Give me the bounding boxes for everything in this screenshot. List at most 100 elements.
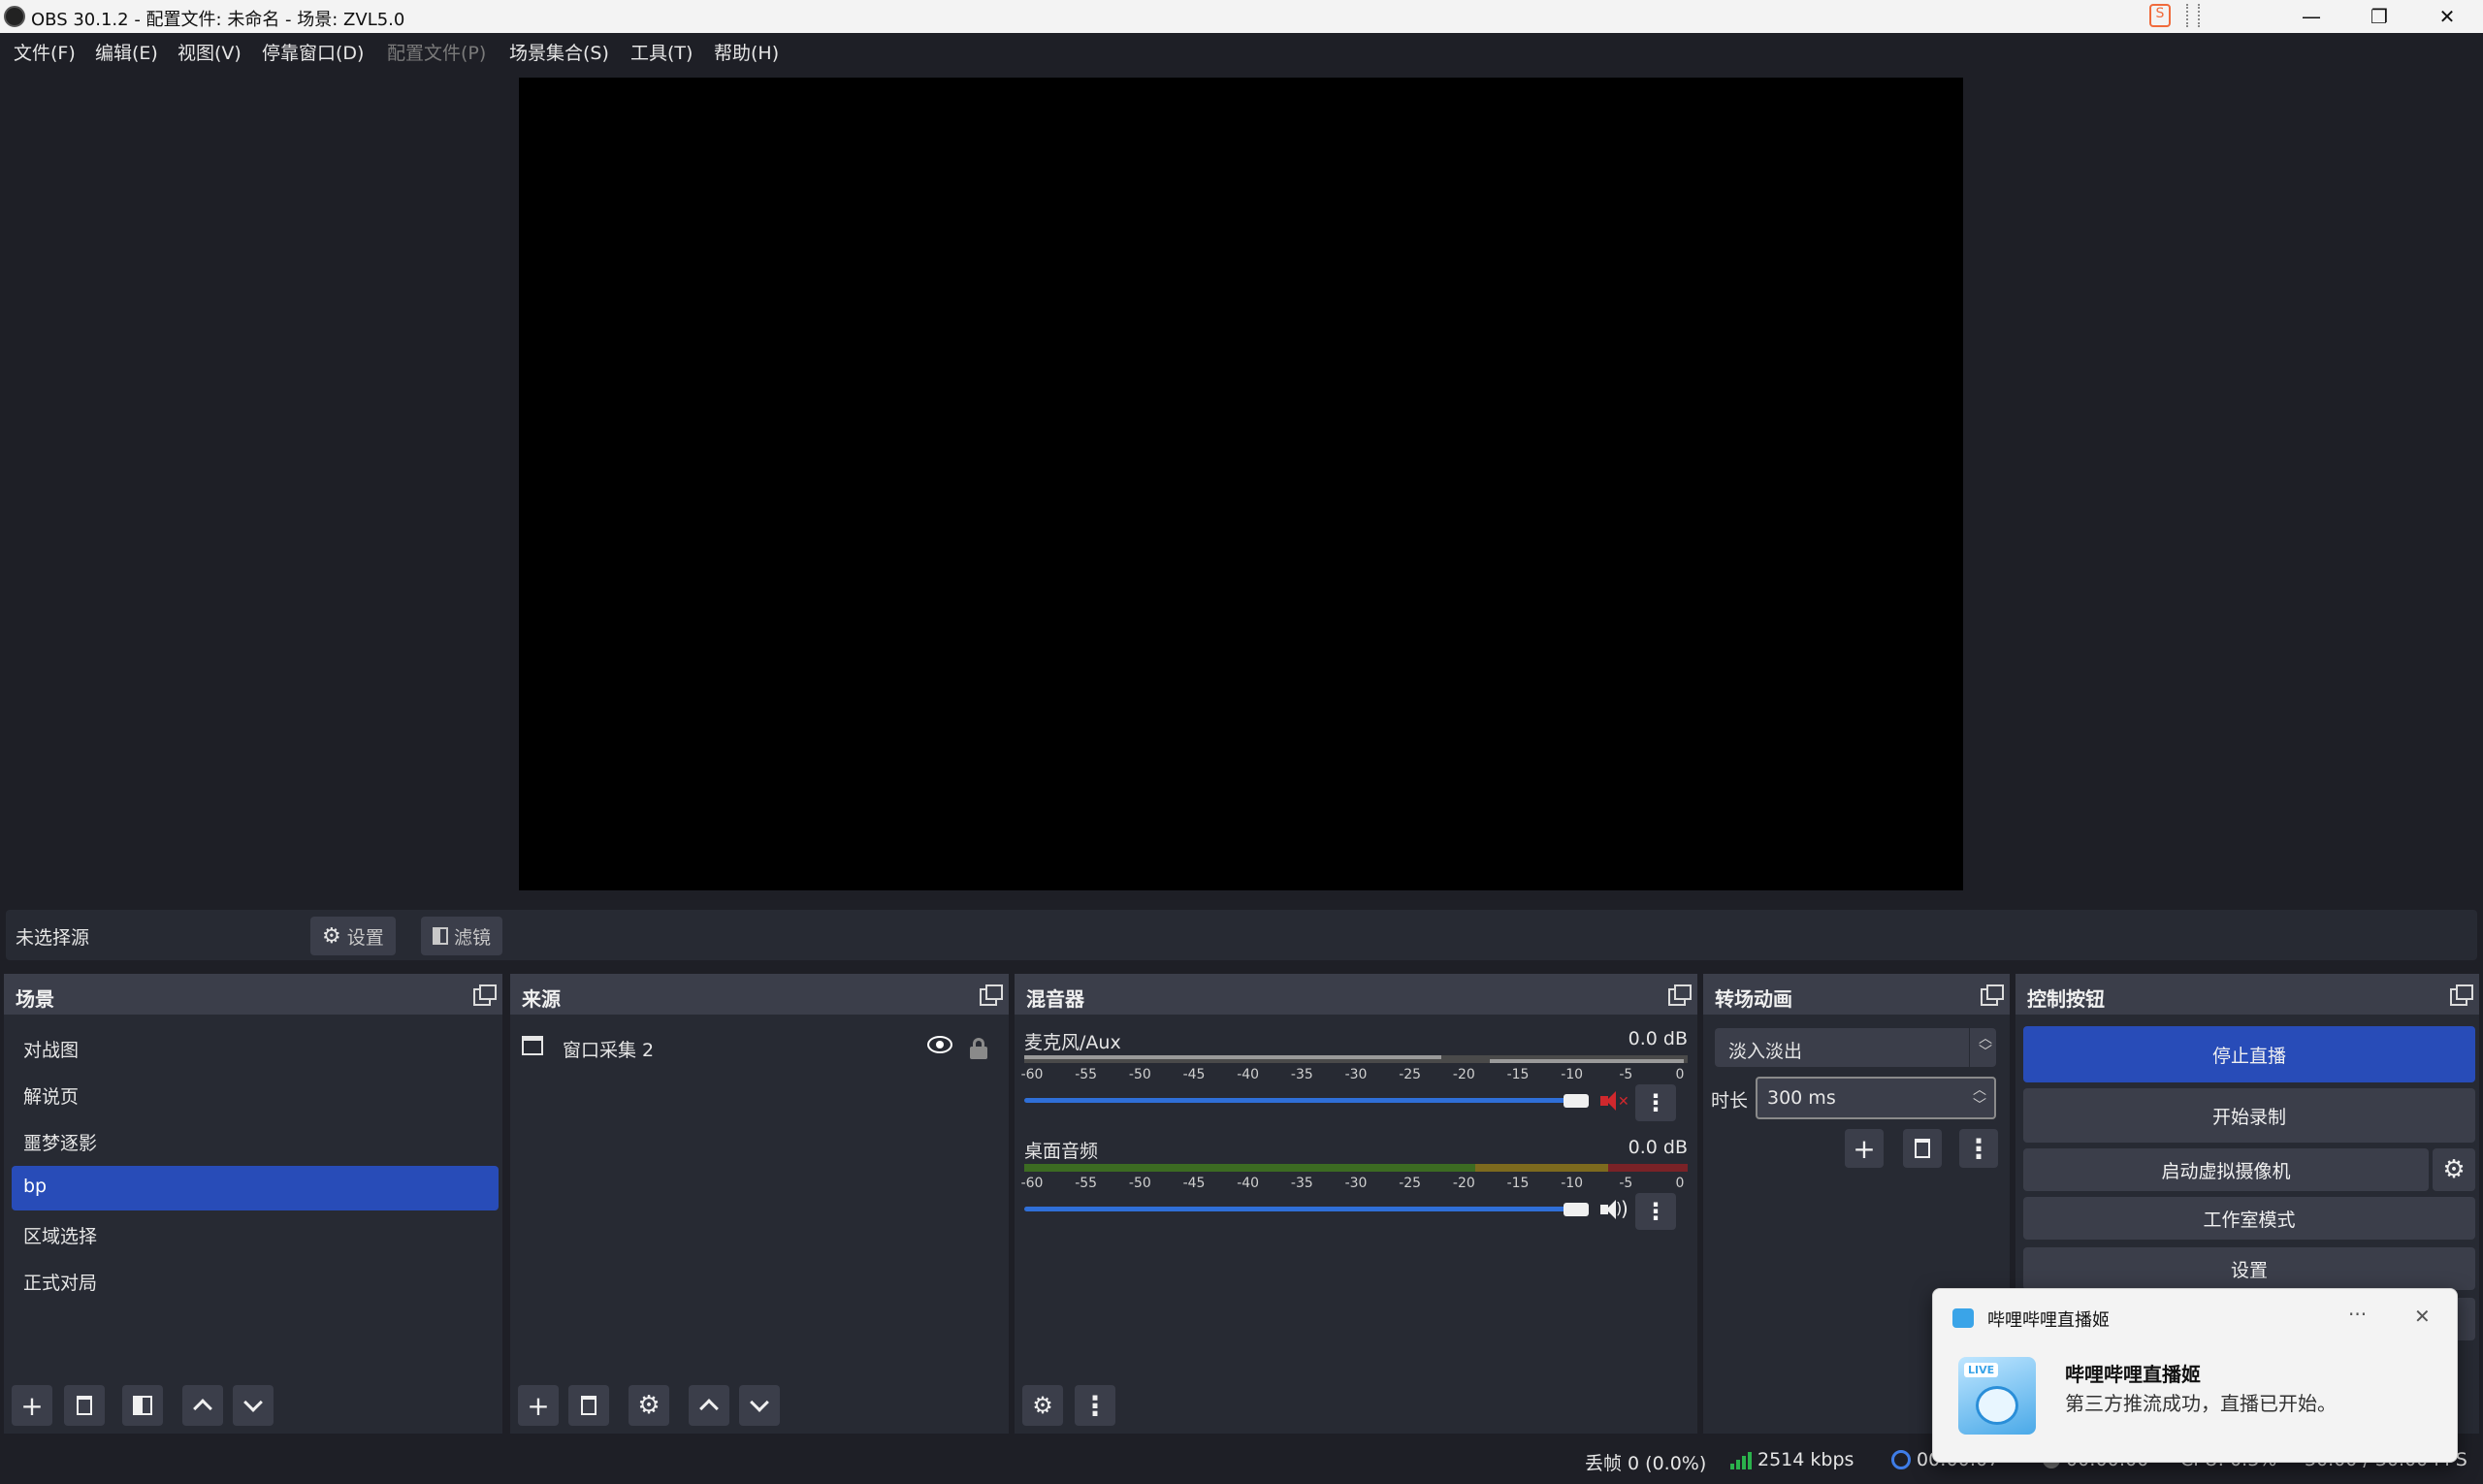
menu-tools[interactable]: 工具(T) [630,39,693,65]
minimize-button[interactable]: — [2277,0,2345,33]
add-transition-button[interactable]: + [1845,1129,1884,1168]
transition-menu-button[interactable]: ⋮ [1959,1129,1998,1168]
preview-canvas[interactable] [519,78,1963,890]
bilibili-live-logo: LIVE [1958,1357,2036,1435]
menu-file[interactable]: 文件(F) [14,39,76,65]
trash-icon [1915,1139,1930,1158]
source-settings-button[interactable]: ⚙ 设置 [310,917,396,955]
channel-menu-button[interactable]: ⋮ [1635,1084,1676,1121]
volume-slider-handle[interactable] [1564,1203,1589,1216]
context-bar: 未选择源 ⚙ 设置 滤镜 [6,910,2477,960]
gears-icon: ⚙ [1032,1392,1053,1419]
meter-tick-label: -55 [1075,1067,1098,1082]
volume-slider-handle[interactable] [1564,1094,1589,1108]
toast-title: 哔哩哔哩直播姬 [2065,1363,2201,1386]
maximize-button[interactable]: ❐ [2345,0,2413,33]
meter-tick-label: -30 [1344,1067,1368,1082]
meter-tick-label: -15 [1506,1067,1530,1082]
transitions-dock-header: 转场动画 [1703,974,2010,1015]
studio-mode-button[interactable]: 工作室模式 [2023,1197,2475,1240]
meter-tick-label: -35 [1290,1067,1313,1082]
scene-item-active[interactable]: bp [12,1166,499,1210]
move-source-up-button[interactable] [689,1385,729,1426]
remove-source-button[interactable] [568,1385,609,1426]
virtual-camera-settings-button[interactable]: ⚙ [2433,1148,2475,1191]
scene-item[interactable]: 区域选择 [12,1212,499,1257]
undock-icon[interactable] [473,984,497,1006]
eye-icon[interactable] [927,1036,952,1053]
start-virtual-camera-button[interactable]: 启动虚拟摄像机 [2023,1148,2429,1191]
kebab-icon: ⋮ [1965,1132,1992,1165]
meter-tick-label: -35 [1290,1176,1313,1191]
scene-item[interactable]: 解说页 [12,1073,499,1117]
live-badge: LIVE [1964,1363,1999,1377]
scene-item[interactable]: 正式对局 [12,1259,499,1304]
add-scene-button[interactable]: + [12,1385,52,1426]
meter-tick-label: 0 [1675,1067,1685,1082]
volume-meter [1024,1055,1688,1063]
spin-arrows-icon[interactable]: ︿ ﹀ [1973,1082,1986,1113]
remove-transition-button[interactable] [1903,1129,1942,1168]
input-method-icon[interactable]: S [2149,4,2171,27]
close-window-button[interactable]: ✕ [2413,0,2481,33]
add-source-button[interactable]: + [518,1385,559,1426]
undock-icon[interactable] [980,984,1003,1006]
move-source-down-button[interactable] [739,1385,780,1426]
source-item[interactable]: 窗口采集 2 [514,1026,1005,1067]
toast-close-button[interactable]: ✕ [2414,1305,2431,1328]
meter-scale: -60 -55 -50 -45 -40 -35 -30 -25 -20 -15 -10 -5 0 [1021,1067,1688,1086]
speaker-muted-icon[interactable]: ✕ [1600,1090,1629,1112]
duration-input[interactable]: 300 ms ︿ ﹀ [1756,1077,1996,1119]
signal-bars-icon [1730,1450,1752,1469]
menu-help[interactable]: 帮助(H) [714,39,779,65]
volume-slider[interactable] [1024,1207,1587,1211]
undock-icon[interactable] [1981,984,2004,1006]
meter-tick-label: -10 [1561,1067,1584,1082]
controls-dock-header: 控制按钮 [2015,974,2479,1015]
plus-icon: + [20,1389,44,1422]
filter-icon [133,1396,152,1415]
undock-icon[interactable] [2450,984,2473,1006]
remove-scene-button[interactable] [64,1385,105,1426]
menu-edit[interactable]: 编辑(E) [95,39,158,65]
scenes-dock-header: 场景 [4,974,502,1015]
toast-more-button[interactable]: ··· [2348,1303,2367,1326]
lock-icon[interactable] [970,1038,987,1059]
scene-filters-button[interactable] [122,1385,163,1426]
speaker-icon[interactable]: ) ) [1600,1197,1628,1220]
start-recording-button[interactable]: 开始录制 [2023,1088,2475,1143]
menu-profile[interactable]: 配置文件(P) [387,39,486,65]
advanced-audio-button[interactable]: ⚙ [1022,1385,1063,1426]
volume-slider[interactable] [1024,1098,1587,1103]
scene-item[interactable]: 对战图 [12,1026,499,1071]
trash-icon [581,1396,597,1415]
source-properties-button[interactable]: ⚙ [629,1385,669,1426]
kebab-icon: ⋮ [1081,1389,1109,1422]
scene-item[interactable]: 噩梦逐影 [12,1119,499,1164]
menu-scene-collection[interactable]: 场景集合(S) [509,39,609,65]
toast-app-name: 哔哩哔哩直播姬 [1987,1310,2110,1331]
input-method-menu-icon[interactable] [2186,4,2200,27]
meter-tick-label: -45 [1182,1067,1206,1082]
meter-tick-label: -40 [1237,1067,1260,1082]
menu-view[interactable]: 视图(V) [177,39,242,65]
menu-docks[interactable]: 停靠窗口(D) [262,39,364,65]
mixer-dock: 混音器 麦克风/Aux 0.0 dB -60 -55 -50 -45 -40 -35 -30… [1015,974,1697,1434]
plus-icon: + [527,1389,550,1422]
mixer-menu-button[interactable]: ⋮ [1075,1385,1115,1426]
meter-tick-label: -5 [1619,1067,1633,1082]
mixer-channel-db: 0.0 dB [1628,1028,1688,1049]
source-filters-button[interactable]: 滤镜 [421,917,503,955]
toast-notification[interactable]: 哔哩哔哩直播姬 ··· ✕ LIVE 哔哩哔哩直播姬 第三方推流成功，直播已开始… [1932,1288,2458,1463]
sources-dock-header: 来源 [510,974,1009,1015]
transition-select[interactable]: 淡入淡出 ︿ ﹀ [1715,1028,1996,1067]
select-arrows-icon: ︿ ﹀ [1979,1031,1992,1060]
move-scene-down-button[interactable] [233,1385,274,1426]
undock-icon[interactable] [1668,984,1692,1006]
stop-streaming-button[interactable]: 停止直播 [2023,1026,2475,1082]
bitrate-value: 2514 kbps [1757,1449,1854,1470]
settings-button[interactable]: 设置 [2023,1247,2475,1290]
channel-menu-button[interactable]: ⋮ [1635,1193,1676,1230]
bilibili-app-icon [1952,1308,1974,1328]
move-scene-up-button[interactable] [182,1385,223,1426]
